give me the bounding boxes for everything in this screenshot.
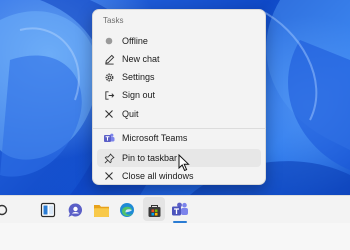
close-icon: [100, 109, 118, 119]
menu-item-label: Microsoft Teams: [122, 133, 188, 143]
pin-icon: [100, 152, 118, 164]
store-icon[interactable]: [144, 200, 164, 220]
snap-layout-icon[interactable]: [38, 200, 58, 220]
menu-item-label: New chat: [122, 54, 160, 64]
menu-item-label: Sign out: [122, 90, 156, 100]
menu-item-settings[interactable]: Settings: [97, 68, 261, 86]
close-icon: [100, 171, 118, 181]
menu-item-label: Quit: [122, 109, 139, 119]
menu-item-quit[interactable]: Quit: [97, 105, 261, 123]
menu-item-label: Close all windows: [122, 171, 194, 181]
mouse-cursor-icon: [178, 154, 190, 172]
menu-item-label: Settings: [122, 72, 155, 82]
file-explorer-icon[interactable]: [91, 200, 111, 220]
teams-icon[interactable]: [170, 200, 190, 220]
teams-icon: [100, 132, 118, 144]
menu-item-offline[interactable]: Offline: [97, 32, 261, 50]
compose-icon: [100, 54, 118, 65]
edge-icon[interactable]: [117, 200, 137, 220]
menu-item-new-chat[interactable]: New chat: [97, 50, 261, 68]
screen-bottom-area: [0, 223, 350, 250]
menu-item-label: Offline: [122, 36, 148, 46]
sign-out-icon: [100, 90, 118, 101]
taskbar: [0, 195, 350, 223]
menu-item-microsoft-teams[interactable]: Microsoft Teams: [97, 129, 261, 147]
chat-icon[interactable]: [65, 200, 85, 220]
menu-item-label: Pin to taskbar: [122, 153, 178, 163]
menu-section-header: Tasks: [103, 16, 124, 25]
menu-item-sign-out[interactable]: Sign out: [97, 86, 261, 104]
status-dot-icon: [100, 36, 118, 46]
start-icon[interactable]: [0, 200, 12, 220]
gear-icon: [100, 72, 118, 83]
